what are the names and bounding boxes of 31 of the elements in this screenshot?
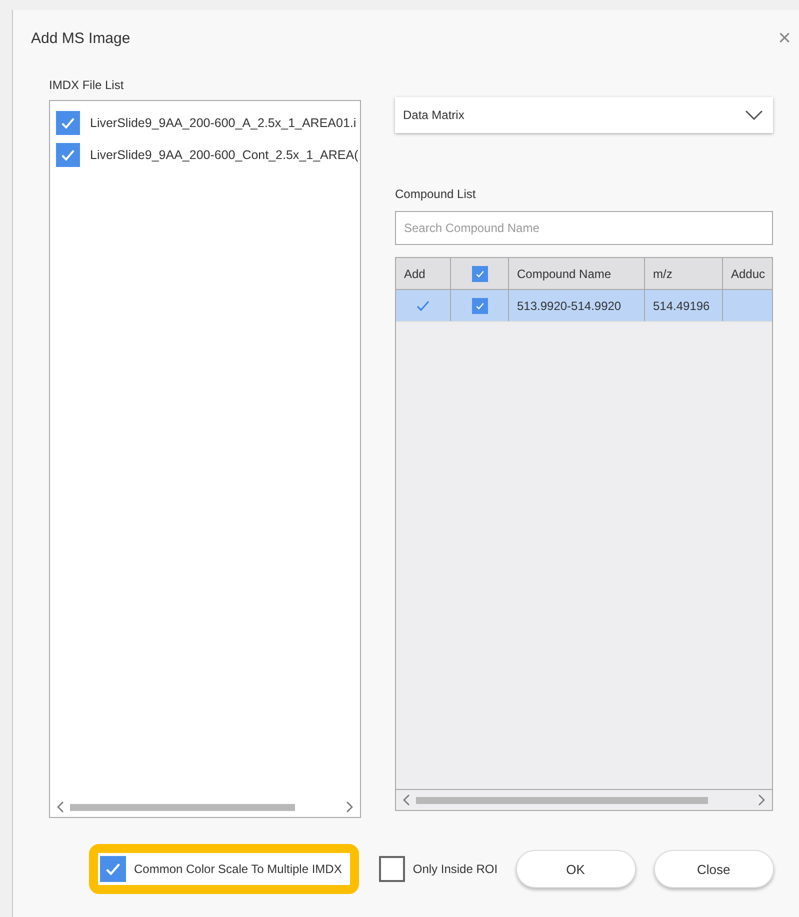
matrix-dropdown[interactable]: Data Matrix bbox=[395, 97, 773, 133]
window-title: Add MS Image bbox=[31, 30, 130, 46]
table-cell: 514.49196 bbox=[645, 290, 723, 321]
file-list[interactable]: LiverSlide9_9AA_200-600_A_2.5x_1_AREA01.i LiverSlide9_9AA_200-600_Cont_2.5x_1_AREA( bbox=[49, 100, 361, 818]
column-header[interactable]: Adduc bbox=[723, 258, 772, 289]
checkbox[interactable] bbox=[100, 856, 126, 882]
list-label: Compound List bbox=[395, 187, 477, 201]
checkbox-label: Only Inside ROI bbox=[412, 862, 498, 876]
checkbox[interactable] bbox=[472, 266, 488, 282]
list-label: IMDX File List bbox=[49, 78, 125, 92]
search-field[interactable]: Search Compound Name bbox=[395, 211, 773, 245]
column-header[interactable]: Compound Name bbox=[509, 258, 645, 289]
chevron-left-icon[interactable] bbox=[56, 801, 64, 813]
column-header[interactable]: Add bbox=[396, 258, 451, 289]
column-header[interactable]: m/z bbox=[645, 258, 723, 289]
table-row[interactable]: 513.9920-514.9920 514.49196 bbox=[396, 290, 772, 321]
table-cell: 513.9920-514.9920 bbox=[509, 290, 645, 321]
checkbox[interactable] bbox=[378, 856, 405, 882]
chevron-right-icon[interactable] bbox=[758, 794, 766, 806]
chevron-icon bbox=[745, 110, 763, 120]
file-name: LiverSlide9_9AA_200-600_Cont_2.5x_1_AREA( bbox=[90, 148, 358, 162]
dropdown-value: Data Matrix bbox=[403, 108, 464, 122]
close-button[interactable]: Close bbox=[654, 850, 774, 888]
checkbox-label: Common Color Scale To Multiple IMDX bbox=[134, 862, 342, 876]
chevron-left-icon[interactable] bbox=[402, 794, 410, 806]
ok-button[interactable]: OK bbox=[516, 850, 636, 888]
file-name: LiverSlide9_9AA_200-600_A_2.5x_1_AREA01.i bbox=[90, 116, 356, 130]
checkbox[interactable] bbox=[472, 298, 488, 314]
chevron-right-icon[interactable] bbox=[346, 801, 354, 813]
checkbox[interactable] bbox=[56, 143, 80, 167]
checkbox[interactable] bbox=[56, 111, 80, 135]
